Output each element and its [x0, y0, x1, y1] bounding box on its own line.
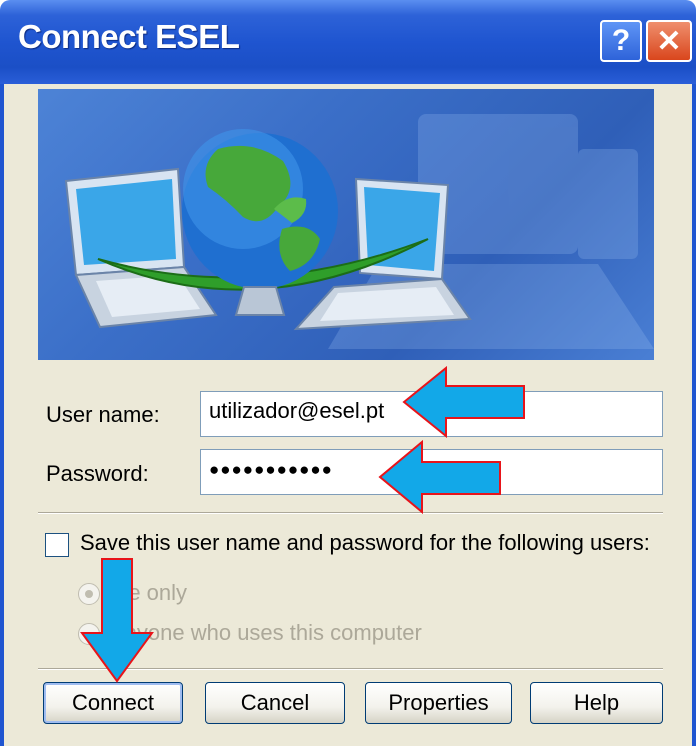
help-glyph: ? — [611, 24, 631, 57]
save-credentials-label: Save this user name and password for the… — [80, 530, 650, 555]
annotation-arrow-icon — [80, 558, 154, 683]
help-button-label: Help — [573, 690, 620, 715]
help-button[interactable]: Help — [530, 682, 663, 724]
connect-button-label: Connect — [72, 690, 154, 715]
properties-button-label: Properties — [388, 690, 489, 715]
username-label: User name: — [46, 402, 160, 427]
separator-top — [38, 512, 663, 514]
radio-anyone-label: Anyone who uses this computer — [110, 620, 422, 645]
help-icon[interactable]: ? — [600, 20, 642, 62]
username-value: utilizador@esel.pt — [209, 398, 385, 423]
connect-button[interactable]: Connect — [43, 682, 183, 724]
password-value: ●●●●●●●●●●● — [209, 460, 333, 479]
close-icon[interactable]: ✕ — [646, 20, 692, 62]
cancel-button[interactable]: Cancel — [205, 682, 345, 724]
annotation-arrow-icon — [378, 440, 501, 514]
cancel-button-label: Cancel — [240, 690, 310, 715]
properties-button[interactable]: Properties — [365, 682, 512, 724]
title-bar[interactable]: Connect ESEL ? ✕ — [0, 0, 696, 84]
save-credentials-checkbox[interactable] — [45, 533, 69, 557]
password-label: Password: — [46, 461, 149, 486]
window-title: Connect ESEL — [18, 18, 240, 55]
annotation-arrow-icon — [402, 366, 525, 438]
close-glyph: ✕ — [656, 24, 682, 58]
network-globe-laptops-icon — [38, 89, 654, 360]
connect-dialog: Connect ESEL ? ✕ User name: utilizador@e… — [0, 0, 696, 746]
